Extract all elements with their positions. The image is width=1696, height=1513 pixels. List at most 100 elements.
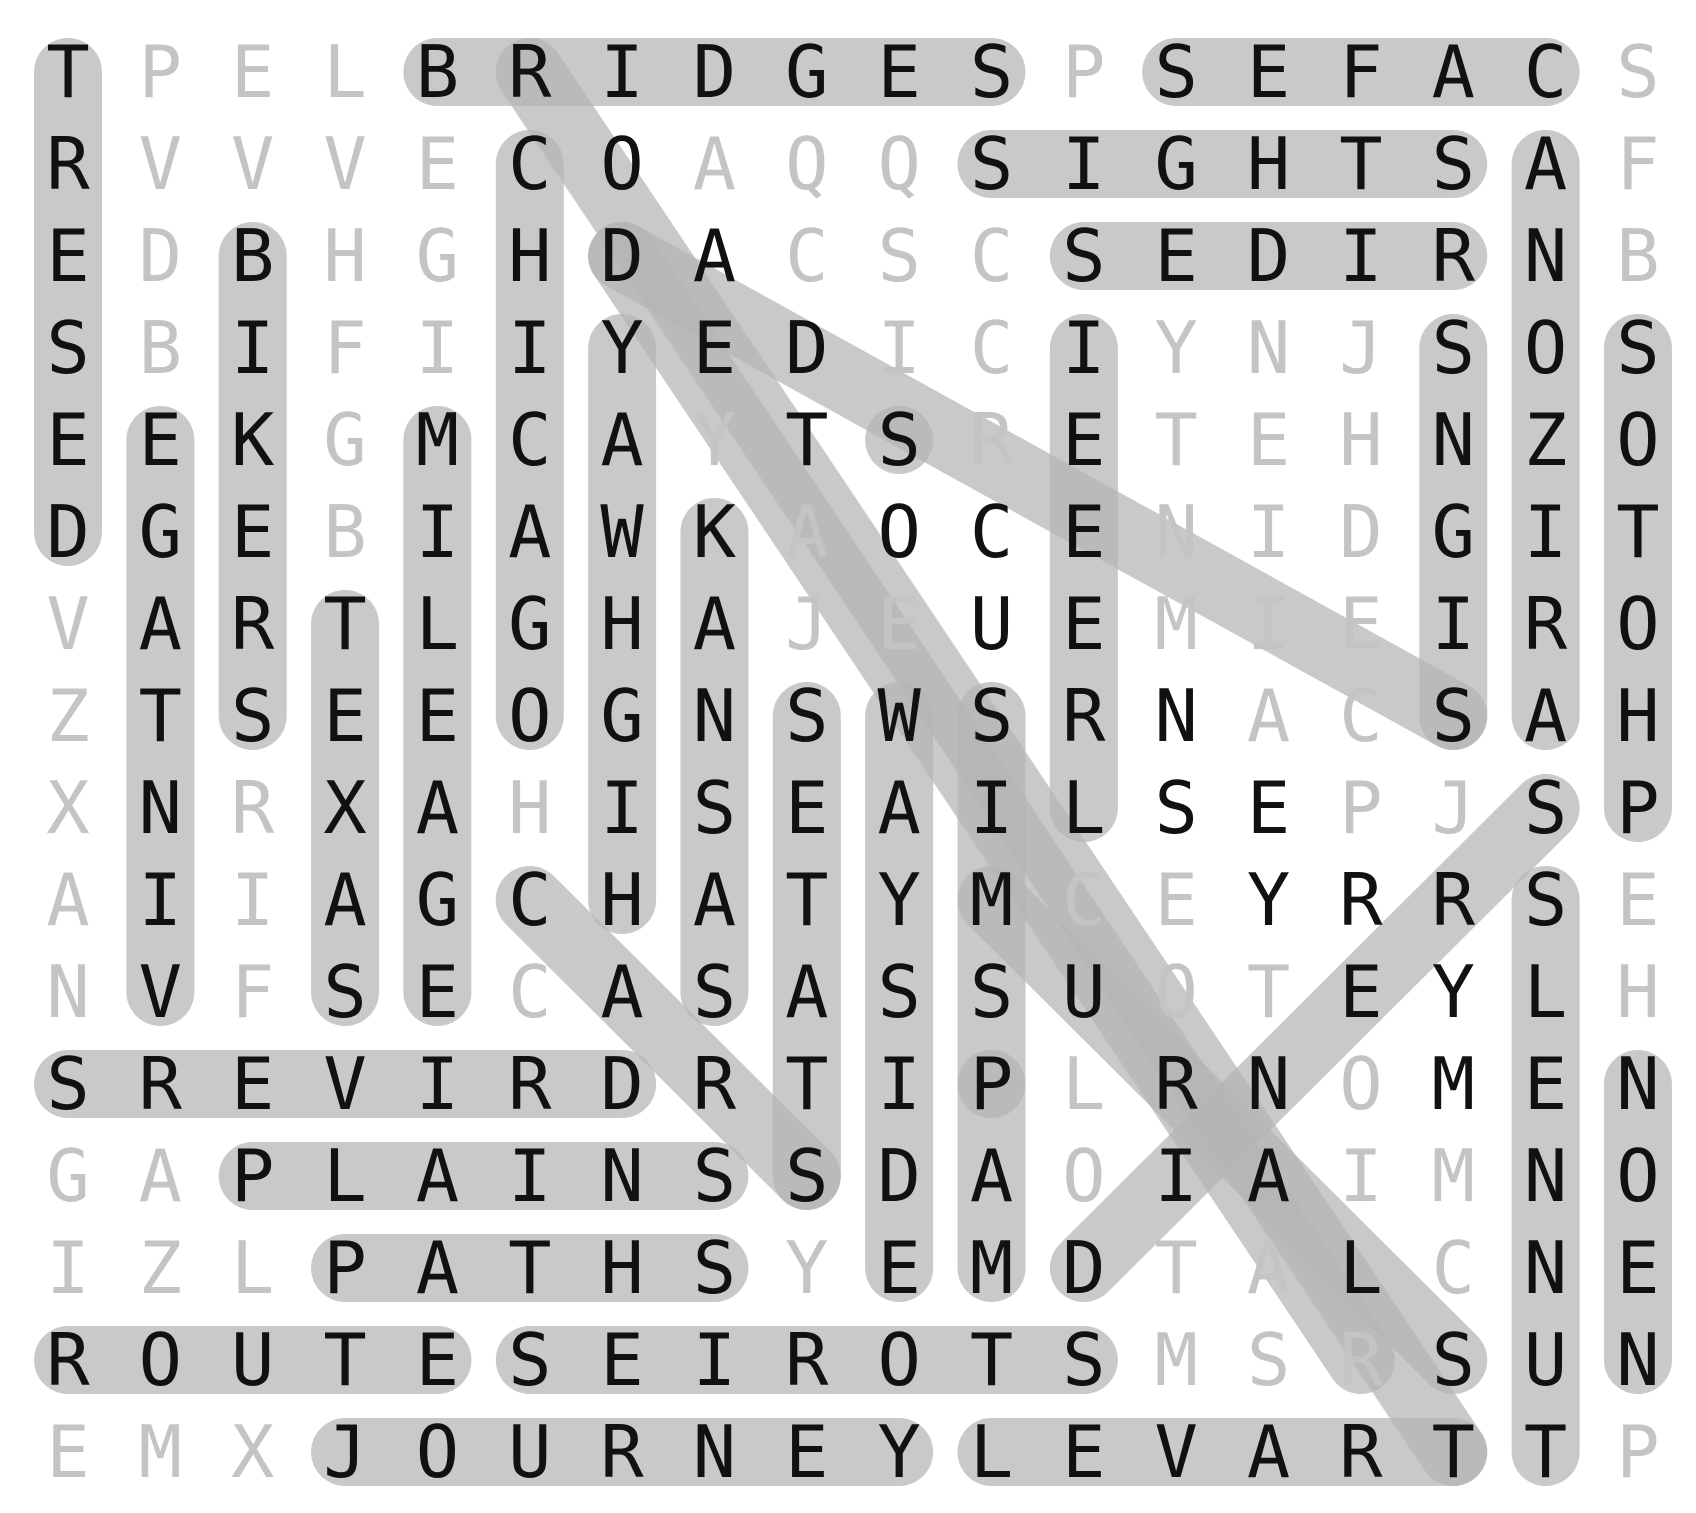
grid-cell-r13-c4[interactable]: A — [416, 1226, 459, 1310]
grid-cell-r1-c9[interactable]: Q — [877, 122, 920, 206]
grid-cell-r9-c16[interactable]: S — [1524, 858, 1567, 942]
grid-cell-r14-c10[interactable]: T — [970, 1318, 1013, 1402]
grid-cell-r15-c10[interactable]: L — [970, 1410, 1013, 1494]
grid-cell-r7-c9[interactable]: W — [877, 674, 921, 758]
grid-cell-r0-c11[interactable]: P — [1062, 30, 1105, 114]
grid-cell-r5-c17[interactable]: T — [1616, 490, 1659, 574]
grid-cell-r8-c12[interactable]: S — [1155, 766, 1198, 850]
grid-cell-r12-c16[interactable]: N — [1524, 1134, 1567, 1218]
grid-cell-r15-c12[interactable]: V — [1155, 1410, 1198, 1494]
grid-cell-r0-c17[interactable]: S — [1616, 30, 1659, 114]
grid-cell-r11-c9[interactable]: I — [877, 1042, 920, 1126]
grid-cell-r3-c15[interactable]: S — [1432, 306, 1475, 390]
grid-cell-r9-c8[interactable]: T — [785, 858, 828, 942]
grid-cell-r6-c2[interactable]: R — [231, 582, 275, 666]
grid-cell-r4-c10[interactable]: R — [970, 398, 1014, 482]
grid-cell-r2-c17[interactable]: B — [1616, 214, 1659, 298]
grid-cell-r9-c11[interactable]: C — [1062, 858, 1105, 942]
grid-cell-r14-c4[interactable]: E — [416, 1318, 459, 1402]
grid-cell-r14-c16[interactable]: U — [1524, 1318, 1567, 1402]
grid-cell-r10-c3[interactable]: S — [323, 950, 366, 1034]
grid-cell-r0-c13[interactable]: E — [1247, 30, 1290, 114]
grid-cell-r6-c4[interactable]: L — [416, 582, 459, 666]
grid-cell-r2-c6[interactable]: D — [600, 214, 643, 298]
grid-cell-r14-c0[interactable]: R — [46, 1318, 90, 1402]
grid-cell-r10-c15[interactable]: Y — [1432, 950, 1475, 1034]
grid-cell-r5-c7[interactable]: K — [693, 490, 737, 574]
grid-cell-r6-c12[interactable]: M — [1155, 582, 1198, 666]
grid-cell-r3-c10[interactable]: C — [970, 306, 1013, 390]
grid-cell-r8-c17[interactable]: P — [1616, 766, 1659, 850]
grid-cell-r15-c7[interactable]: N — [693, 1410, 736, 1494]
grid-cell-r2-c14[interactable]: I — [1339, 214, 1382, 298]
grid-cell-r12-c17[interactable]: O — [1616, 1134, 1659, 1218]
grid-cell-r11-c13[interactable]: N — [1247, 1042, 1290, 1126]
grid-cell-r0-c8[interactable]: G — [785, 30, 828, 114]
grid-cell-r12-c8[interactable]: S — [785, 1134, 828, 1218]
grid-cell-r5-c16[interactable]: I — [1524, 490, 1567, 574]
grid-cell-r3-c13[interactable]: N — [1247, 306, 1290, 390]
grid-cell-r4-c4[interactable]: M — [416, 398, 459, 482]
grid-cell-r14-c13[interactable]: S — [1247, 1318, 1290, 1402]
grid-cell-r4-c8[interactable]: T — [785, 398, 828, 482]
grid-cell-r11-c0[interactable]: S — [46, 1042, 89, 1126]
grid-cell-r3-c1[interactable]: B — [139, 306, 182, 390]
grid-cell-r3-c8[interactable]: D — [785, 306, 828, 390]
grid-cell-r0-c7[interactable]: D — [693, 30, 736, 114]
grid-cell-r11-c10[interactable]: P — [970, 1042, 1013, 1126]
grid-cell-r13-c9[interactable]: E — [877, 1226, 920, 1310]
grid-cell-r6-c5[interactable]: G — [508, 582, 551, 666]
grid-cell-r14-c8[interactable]: R — [785, 1318, 829, 1402]
grid-cell-r15-c2[interactable]: X — [231, 1410, 274, 1494]
grid-cell-r6-c6[interactable]: H — [600, 582, 643, 666]
grid-cell-r8-c14[interactable]: P — [1339, 766, 1382, 850]
grid-cell-r14-c2[interactable]: U — [231, 1318, 274, 1402]
grid-cell-r1-c13[interactable]: H — [1247, 122, 1290, 206]
grid-cell-r4-c14[interactable]: H — [1339, 398, 1382, 482]
grid-cell-r10-c8[interactable]: A — [785, 950, 828, 1034]
grid-cell-r11-c7[interactable]: R — [693, 1042, 737, 1126]
grid-cell-r14-c11[interactable]: S — [1062, 1318, 1105, 1402]
grid-cell-r2-c7[interactable]: A — [693, 214, 736, 298]
grid-cell-r13-c14[interactable]: L — [1339, 1226, 1382, 1310]
grid-cell-r4-c17[interactable]: O — [1616, 398, 1659, 482]
grid-cell-r14-c9[interactable]: O — [877, 1318, 920, 1402]
grid-cell-r8-c8[interactable]: E — [785, 766, 828, 850]
grid-cell-r5-c9[interactable]: O — [877, 490, 920, 574]
grid-cell-r11-c4[interactable]: I — [416, 1042, 459, 1126]
grid-cell-r8-c16[interactable]: S — [1524, 766, 1567, 850]
grid-cell-r9-c2[interactable]: I — [231, 858, 274, 942]
grid-cell-r10-c14[interactable]: E — [1339, 950, 1382, 1034]
grid-cell-r0-c1[interactable]: P — [139, 30, 182, 114]
grid-cell-r1-c0[interactable]: R — [46, 122, 90, 206]
grid-cell-r4-c11[interactable]: E — [1062, 398, 1105, 482]
grid-cell-r3-c2[interactable]: I — [231, 306, 274, 390]
grid-cell-r9-c9[interactable]: Y — [877, 858, 920, 942]
grid-cell-r0-c12[interactable]: S — [1155, 30, 1198, 114]
grid-cell-r4-c15[interactable]: N — [1432, 398, 1475, 482]
grid-cell-r15-c8[interactable]: E — [785, 1410, 828, 1494]
grid-cell-r2-c2[interactable]: B — [231, 214, 274, 298]
grid-cell-r0-c2[interactable]: E — [231, 30, 274, 114]
grid-cell-r7-c16[interactable]: A — [1524, 674, 1567, 758]
grid-cell-r15-c14[interactable]: R — [1339, 1410, 1383, 1494]
grid-cell-r1-c12[interactable]: G — [1155, 122, 1198, 206]
grid-cell-r14-c1[interactable]: O — [139, 1318, 182, 1402]
grid-cell-r15-c13[interactable]: A — [1247, 1410, 1290, 1494]
grid-cell-r8-c9[interactable]: A — [877, 766, 920, 850]
grid-cell-r8-c13[interactable]: E — [1247, 766, 1290, 850]
grid-cell-r13-c1[interactable]: Z — [139, 1226, 182, 1310]
grid-cell-r2-c0[interactable]: E — [46, 214, 89, 298]
grid-cell-r6-c3[interactable]: T — [323, 582, 366, 666]
grid-cell-r6-c15[interactable]: I — [1432, 582, 1475, 666]
grid-cell-r5-c8[interactable]: A — [785, 490, 828, 574]
grid-cell-r6-c1[interactable]: A — [139, 582, 182, 666]
grid-cell-r2-c15[interactable]: R — [1432, 214, 1476, 298]
grid-cell-r10-c4[interactable]: E — [416, 950, 459, 1034]
grid-cell-r14-c6[interactable]: E — [600, 1318, 643, 1402]
grid-cell-r11-c14[interactable]: O — [1339, 1042, 1382, 1126]
grid-cell-r9-c10[interactable]: M — [970, 858, 1013, 942]
grid-cell-r2-c1[interactable]: D — [139, 214, 182, 298]
grid-cell-r2-c4[interactable]: G — [416, 214, 459, 298]
grid-cell-r5-c13[interactable]: I — [1247, 490, 1290, 574]
